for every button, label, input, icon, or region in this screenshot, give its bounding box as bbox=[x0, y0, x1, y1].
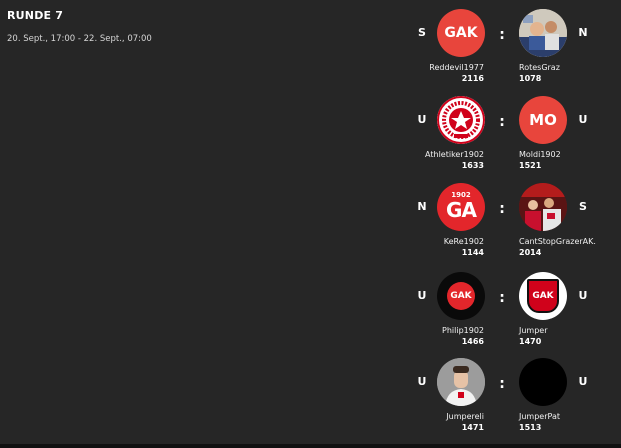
left-result-badge: U bbox=[417, 375, 427, 388]
match-row[interactable]: U : MO U Athletiker1902 1633 Moldi1902 1… bbox=[0, 96, 621, 184]
versus-separator: : bbox=[499, 376, 505, 392]
avatar-text: GAK bbox=[450, 291, 472, 301]
left-player-score: 2116 bbox=[461, 74, 484, 83]
avatar-text: GAK bbox=[444, 25, 478, 41]
gak-black-avatar[interactable]: GAK bbox=[437, 272, 485, 320]
left-player-score: 1633 bbox=[461, 161, 484, 170]
gak-crest-avatar[interactable] bbox=[437, 96, 485, 144]
left-result-badge: N bbox=[417, 200, 427, 213]
photo-placeholder-icon bbox=[519, 9, 567, 57]
avatar-letters: GA bbox=[446, 198, 477, 222]
versus-separator: : bbox=[499, 290, 505, 306]
avatar-text: GAK bbox=[532, 291, 554, 301]
right-result-badge: U bbox=[578, 375, 588, 388]
left-player-score: 1466 bbox=[461, 337, 484, 346]
right-player-score: 1521 bbox=[519, 161, 542, 170]
gak-shield-avatar[interactable]: GAK bbox=[519, 272, 567, 320]
empty-avatar[interactable] bbox=[519, 358, 567, 406]
left-player-name[interactable]: Philip1902 bbox=[442, 326, 484, 335]
person-photo-avatar[interactable] bbox=[437, 358, 485, 406]
left-player-name[interactable]: KeRe1902 bbox=[444, 237, 484, 246]
left-player-name[interactable]: Reddevil1977 bbox=[429, 63, 484, 72]
fans-photo-avatar[interactable] bbox=[519, 183, 567, 231]
initials-avatar[interactable]: MO bbox=[519, 96, 567, 144]
crest-logo-icon bbox=[437, 96, 485, 144]
right-result-badge: S bbox=[579, 200, 587, 213]
right-result-badge: N bbox=[578, 26, 588, 39]
match-row[interactable]: N 1902 GA : S KeRe1902 1144 CantStopGraz… bbox=[0, 183, 621, 271]
gak-red-avatar[interactable]: GAK bbox=[437, 9, 485, 57]
right-player-score: 1470 bbox=[519, 337, 542, 346]
right-player-name[interactable]: JumperPat bbox=[519, 412, 560, 421]
shield-icon: GAK bbox=[527, 279, 559, 313]
left-player-name[interactable]: Athletiker1902 bbox=[425, 150, 484, 159]
right-result-badge: U bbox=[578, 113, 588, 126]
person-icon bbox=[437, 358, 485, 406]
right-player-name[interactable]: Jumper bbox=[519, 326, 548, 335]
left-result-badge: U bbox=[417, 289, 427, 302]
right-result-badge: U bbox=[578, 289, 588, 302]
right-player-score: 1513 bbox=[519, 423, 542, 432]
right-player-name[interactable]: Moldi1902 bbox=[519, 150, 561, 159]
right-player-name[interactable]: CantStopGrazerAK. bbox=[519, 237, 596, 246]
match-row[interactable]: U GAK : GAK U Philip1902 1466 Jumper 147… bbox=[0, 272, 621, 360]
left-result-badge: U bbox=[417, 113, 427, 126]
right-player-name[interactable]: RotesGraz bbox=[519, 63, 560, 72]
left-result-badge: S bbox=[418, 26, 426, 39]
right-player-score: 1078 bbox=[519, 74, 542, 83]
match-row[interactable]: U : U Jumpereli 1471 JumperPat 1513 bbox=[0, 358, 621, 446]
versus-separator: : bbox=[499, 27, 505, 43]
gak-badge-icon: GAK bbox=[447, 282, 475, 310]
match-row[interactable]: S GAK : N Reddevil1977 2116 RotesGraz 10… bbox=[0, 9, 621, 97]
versus-separator: : bbox=[499, 114, 505, 130]
bottom-bar bbox=[0, 444, 621, 448]
group-photo-avatar[interactable] bbox=[519, 9, 567, 57]
avatar-initials: MO bbox=[529, 111, 557, 129]
photo-placeholder-icon bbox=[519, 183, 567, 231]
left-player-name[interactable]: Jumpereli bbox=[446, 412, 484, 421]
right-player-score: 2014 bbox=[519, 248, 542, 257]
versus-separator: : bbox=[499, 201, 505, 217]
left-player-score: 1471 bbox=[461, 423, 484, 432]
left-player-score: 1144 bbox=[461, 248, 484, 257]
gak-1902-avatar[interactable]: 1902 GA bbox=[437, 183, 485, 231]
